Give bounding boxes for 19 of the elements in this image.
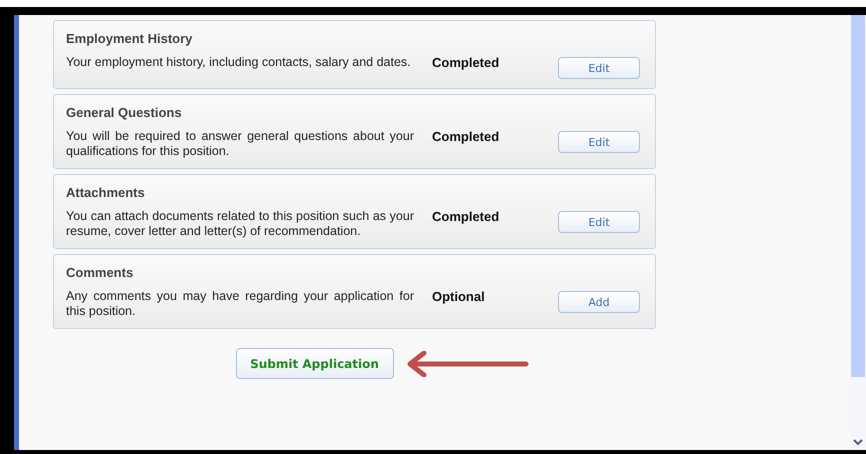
section-button[interactable]: Edit xyxy=(558,211,640,233)
section-description: Your employment history, including contacts, salary and dates. xyxy=(66,55,412,70)
section-button[interactable]: Edit xyxy=(558,131,640,153)
section-status: Completed xyxy=(431,55,500,70)
section-button[interactable]: Add xyxy=(558,291,640,313)
section-title: Attachments xyxy=(66,185,146,200)
section-description: You will be required to answer general questions about your qualifications for this position. xyxy=(66,129,414,159)
section-title: Employment History xyxy=(66,31,194,46)
section-status: Optional xyxy=(431,289,486,304)
section-status: Completed xyxy=(431,129,500,144)
submit-button[interactable]: Submit Application xyxy=(236,348,394,379)
section-description: You can attach documents related to this position such as your resume, cover letter and letter(s) of recommendation. xyxy=(66,209,414,239)
arrow-icon xyxy=(406,351,530,377)
section-description: Any comments you may have regarding your application for this position. xyxy=(66,289,414,319)
scrollbar[interactable] xyxy=(850,15,866,450)
section-title: General Questions xyxy=(66,105,183,120)
section-button[interactable]: Edit xyxy=(558,57,640,79)
section-title: Comments xyxy=(66,265,134,280)
section-status: Completed xyxy=(431,209,500,224)
